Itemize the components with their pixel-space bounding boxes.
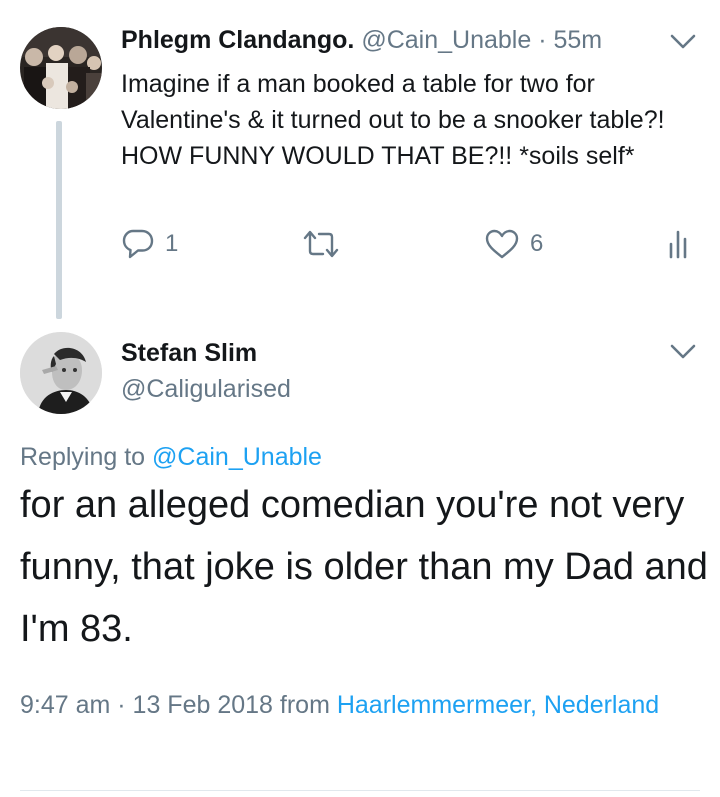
thread-connector-line	[56, 121, 62, 319]
tweet2-text: for an alleged comedian you're not very …	[20, 484, 708, 650]
tweet1-handle[interactable]: @Cain_Unable	[361, 26, 531, 54]
tweet2-display-name[interactable]: Stefan Slim	[121, 337, 257, 369]
analytics-icon	[669, 230, 687, 259]
tweet1-avatar[interactable]	[20, 27, 102, 109]
reply-count: 1	[165, 230, 179, 257]
retweet-icon	[303, 230, 339, 258]
replying-to: Replying to @Cain_Unable	[20, 440, 322, 474]
tweet2-chevron-down-icon[interactable]	[668, 341, 698, 363]
reply-button[interactable]: 1	[121, 224, 178, 264]
heart-icon	[485, 229, 519, 259]
reply-icon	[122, 229, 154, 259]
like-count: 6	[530, 230, 544, 257]
tweet1-timestamp[interactable]: 55m	[553, 26, 602, 54]
replying-to-label: Replying to	[20, 443, 146, 471]
tweet1-text: Imagine if a man booked a table for two …	[121, 70, 665, 170]
retweet-button[interactable]	[301, 224, 341, 264]
tweet1-separator: ·	[538, 26, 547, 54]
tweet2-avatar[interactable]	[20, 332, 102, 414]
tweet2-handle[interactable]: @Caligularised	[121, 373, 291, 405]
replying-to-handle-link[interactable]: @Cain_Unable	[152, 443, 322, 471]
portrait-avatar-image	[20, 332, 102, 414]
divider	[20, 790, 700, 791]
tweet2-meta: 9:47 am · 13 Feb 2018 from Haarlemmermee…	[20, 688, 700, 722]
tweet1-chevron-down-icon[interactable]	[668, 31, 698, 53]
like-button[interactable]: 6	[484, 224, 543, 264]
tweet2-location-link[interactable]: Haarlemmermeer, Nederland	[337, 691, 659, 719]
crowd-photo-avatar-image	[20, 27, 102, 109]
tweet2-timestamp: 9:47 am · 13 Feb 2018 from	[20, 691, 330, 719]
analytics-button[interactable]	[666, 224, 694, 264]
tweet1-display-name[interactable]: Phlegm Clandango.	[121, 26, 354, 54]
tweet1-header: Phlegm Clandango. @Cain_Unable · 55m	[121, 24, 602, 56]
